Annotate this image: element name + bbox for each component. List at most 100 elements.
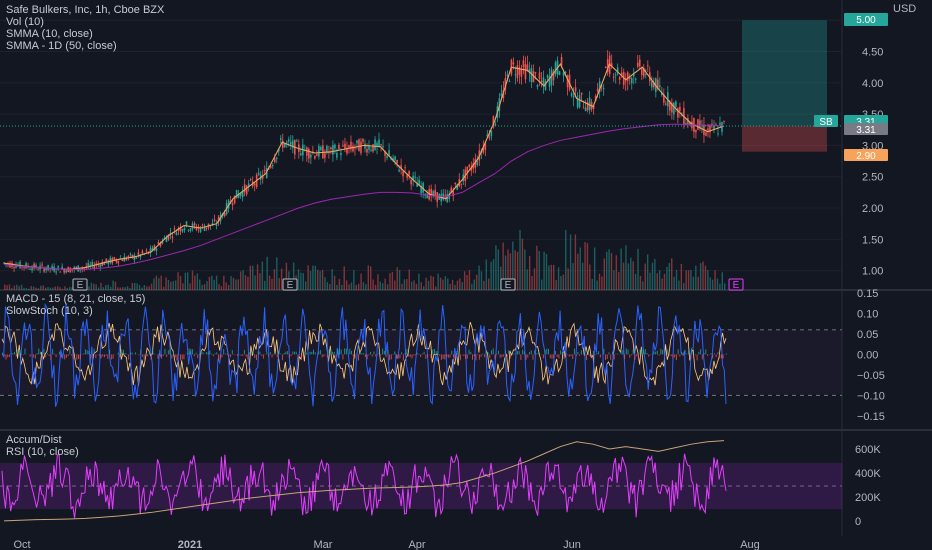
candle-body <box>257 172 260 175</box>
macd-hist-bar <box>458 353 460 355</box>
volume-bar <box>425 277 427 290</box>
volume-bar <box>247 276 249 290</box>
macd-hist-bar <box>107 354 109 360</box>
macd-hist-bar <box>15 354 17 357</box>
volume-bar <box>90 282 93 290</box>
candle-body <box>308 148 310 159</box>
macd-hist-bar <box>452 354 454 357</box>
legend-smma1[interactable]: SMMA (10, close) <box>6 28 93 40</box>
volume-bar <box>463 271 466 290</box>
macd-hist-bar <box>378 351 380 355</box>
volume-bar <box>331 269 333 290</box>
candle-body <box>612 76 615 78</box>
macd-hist-bar <box>321 354 323 358</box>
volume-bar <box>692 276 695 290</box>
macd-hist-bar <box>24 348 26 355</box>
candle-body <box>516 65 519 79</box>
volume-bar <box>389 273 391 290</box>
volume-bar <box>386 284 389 290</box>
macd-hist-bar <box>230 354 232 358</box>
macd-hist-bar <box>565 353 567 355</box>
volume-bar <box>302 273 304 290</box>
macd-hist-bar <box>563 354 565 359</box>
macd-hist-bar <box>624 354 626 360</box>
volume-bar <box>548 265 550 290</box>
candle-body <box>398 169 400 172</box>
target-price-tag: 5.00 <box>844 13 888 26</box>
volume-bar <box>603 258 605 290</box>
macd-hist-bar <box>50 354 52 361</box>
trading-chart[interactable]: E E E E 5.004.504.003.503.002.502.001.501.0… <box>0 0 932 550</box>
legend-macd[interactable]: MACD - 15 (8, 21, close, 15) <box>6 293 145 305</box>
macd-hist-bar <box>713 353 715 355</box>
volume-bar <box>634 274 637 290</box>
macd-hist-bar <box>266 351 268 355</box>
legend-stoch[interactable]: SlowStoch (10, 3) <box>6 305 93 317</box>
long-position-tool[interactable] <box>742 20 827 152</box>
macd-hist-bar <box>138 354 140 356</box>
legend-vol[interactable]: Vol (10) <box>6 16 44 28</box>
macd-hist-bar <box>126 353 128 355</box>
earnings-marker[interactable]: E <box>500 278 516 291</box>
volume-bar <box>223 275 225 290</box>
candle-body <box>444 194 447 196</box>
legend-smma2[interactable]: SMMA - 1D (50, close) <box>6 40 117 52</box>
candle-body <box>318 146 320 157</box>
macd-hist-bar <box>259 351 261 355</box>
volume-bar <box>485 259 488 290</box>
macd-hist-bar <box>309 351 311 355</box>
macd-hist-bar <box>459 354 461 361</box>
volume-bar <box>203 284 206 290</box>
macd-hist-bar <box>706 354 708 356</box>
candle-body <box>37 269 39 271</box>
macd-hist-bar <box>385 354 387 358</box>
macd-hist-bar <box>525 354 527 360</box>
candle-body <box>316 154 318 157</box>
volume-bar <box>56 286 59 290</box>
macd-hist-bar <box>19 350 21 355</box>
volume-bar <box>165 277 167 290</box>
macd-hist-bar <box>295 351 297 355</box>
macd-hist-bar <box>179 354 181 361</box>
macd-hist-bar <box>157 354 159 359</box>
macd-hist-bar <box>12 353 14 355</box>
candle-body <box>332 145 334 155</box>
earnings-marker[interactable]: E <box>72 278 88 291</box>
macd-hist-bar <box>658 354 660 356</box>
macd-hist-bar <box>131 352 133 355</box>
volume-bar <box>447 278 449 290</box>
candle-body <box>514 74 517 76</box>
candle-body <box>117 260 120 264</box>
macd-hist-bar <box>705 349 707 355</box>
candle-body <box>574 87 577 92</box>
legend-rsi[interactable]: RSI (10, close) <box>6 446 79 458</box>
earnings-marker[interactable]: E <box>282 278 298 291</box>
candle-body <box>330 147 332 149</box>
macd-hist-bar <box>221 354 223 358</box>
macd-hist-bar <box>599 354 601 358</box>
legend-ad[interactable]: Accum/Dist <box>6 434 62 446</box>
volume-bar <box>483 280 485 290</box>
macd-hist-bar <box>382 348 384 355</box>
macd-hist-bar <box>59 351 61 355</box>
candle-body <box>500 93 503 96</box>
candle-body <box>187 229 190 231</box>
volume-bar <box>28 288 30 290</box>
macd-hist-bar <box>660 348 662 355</box>
macd-hist-bar <box>209 350 211 355</box>
price-axis[interactable]: 5.004.504.003.503.002.502.001.501.00 <box>862 15 883 277</box>
macd-hist-bar <box>200 350 202 355</box>
macd-hist-bar <box>271 354 273 358</box>
volume-bar <box>572 263 574 290</box>
volume-bar <box>365 284 367 290</box>
profit-zone <box>742 20 827 127</box>
macd-hist-bar <box>475 354 477 361</box>
candle-body <box>155 248 158 251</box>
macd-hist-bar <box>610 354 612 360</box>
volume-bar <box>432 276 435 290</box>
earnings-marker[interactable]: E <box>728 278 744 291</box>
volume-bar <box>565 230 567 290</box>
volume-bar <box>170 281 172 290</box>
macd-hist-bar <box>686 353 688 355</box>
macd-hist-bar <box>606 354 608 359</box>
